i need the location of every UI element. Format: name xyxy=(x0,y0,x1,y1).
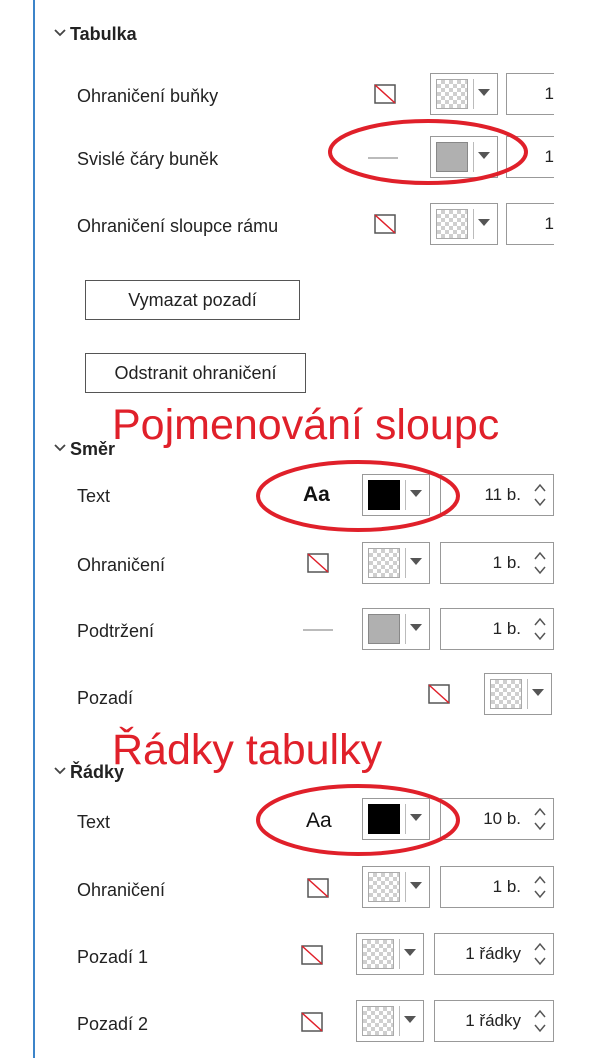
section-header-smer[interactable]: Směr xyxy=(70,440,115,458)
chevron-down-icon xyxy=(404,1016,416,1023)
checker-swatch-icon xyxy=(368,872,400,902)
row-label-background-1: Pozadí 1 xyxy=(77,947,149,967)
font-format-icon[interactable]: Aa xyxy=(306,810,332,831)
panel-left-edge xyxy=(33,0,35,1058)
no-fill-icon[interactable] xyxy=(374,84,396,104)
chevron-down-icon xyxy=(410,558,422,565)
row-label-border: Ohraničení xyxy=(77,555,166,575)
checker-swatch-icon xyxy=(436,209,468,239)
cell-border-color-dropdown[interactable] xyxy=(430,73,498,115)
rows-text-size-input[interactable]: 10 b. xyxy=(440,798,554,840)
spinner-arrows-icon[interactable] xyxy=(533,481,547,509)
row-label-cell-border: Ohraničení buňky xyxy=(77,86,219,106)
vertical-lines-width-input[interactable]: 1 xyxy=(506,136,554,178)
text-color-dropdown[interactable] xyxy=(362,474,430,516)
no-fill-icon[interactable] xyxy=(301,1012,323,1032)
border-color-dropdown[interactable] xyxy=(362,542,430,584)
chevron-down-icon xyxy=(478,89,490,96)
chevron-down-icon xyxy=(532,689,544,696)
underline-color-dropdown[interactable] xyxy=(362,608,430,650)
text-size-input[interactable]: 11 b. xyxy=(440,474,554,516)
spinner-arrows-icon[interactable] xyxy=(533,549,547,577)
remove-border-button[interactable]: Odstranit ohraničení xyxy=(85,353,306,393)
border-width-input[interactable]: 1 b. xyxy=(440,542,554,584)
chevron-down-icon xyxy=(410,490,422,497)
spinner-arrows-icon[interactable] xyxy=(533,940,547,968)
annotation-column-naming: Pojmenování sloupc xyxy=(112,401,500,449)
row-label-frame-column-border: Ohraničení sloupce rámu xyxy=(77,216,279,236)
rows-text-color-dropdown[interactable] xyxy=(362,798,430,840)
background-2-color-dropdown[interactable] xyxy=(356,1000,424,1042)
chevron-down-icon[interactable] xyxy=(54,443,66,453)
row-label-text: Text xyxy=(77,486,111,506)
checker-swatch-icon xyxy=(490,679,522,709)
row-label-underline: Podtržení xyxy=(77,621,155,641)
line-style-icon[interactable] xyxy=(303,629,333,631)
gray-swatch-icon xyxy=(436,142,468,172)
no-fill-icon[interactable] xyxy=(428,684,450,704)
spinner-arrows-icon[interactable] xyxy=(533,615,547,643)
frame-column-border-color-dropdown[interactable] xyxy=(430,203,498,245)
spinner-arrows-icon[interactable] xyxy=(533,873,547,901)
clear-background-button[interactable]: Vymazat pozadí xyxy=(85,280,300,320)
rows-border-width-input[interactable]: 1 b. xyxy=(440,866,554,908)
annotation-table-rows: Řádky tabulky xyxy=(112,726,383,774)
background-1-rows-input[interactable]: 1 řádky xyxy=(434,933,554,975)
checker-swatch-icon xyxy=(368,548,400,578)
checker-swatch-icon xyxy=(436,79,468,109)
chevron-down-icon xyxy=(478,152,490,159)
gray-swatch-icon xyxy=(368,614,400,644)
checker-swatch-icon xyxy=(362,939,394,969)
line-style-icon[interactable] xyxy=(368,157,398,159)
row-label-background: Pozadí xyxy=(77,688,134,708)
chevron-down-icon xyxy=(404,949,416,956)
cell-border-width-input[interactable]: 1 xyxy=(506,73,554,115)
section-header-tabulka[interactable]: Tabulka xyxy=(70,25,137,43)
spinner-arrows-icon[interactable] xyxy=(533,805,547,833)
row-label-vertical-lines: Svislé čáry buněk xyxy=(77,149,219,169)
no-fill-icon[interactable] xyxy=(307,553,329,573)
row-label-text: Text xyxy=(77,812,111,832)
rows-border-color-dropdown[interactable] xyxy=(362,866,430,908)
chevron-down-icon xyxy=(410,814,422,821)
chevron-down-icon[interactable] xyxy=(54,766,66,776)
background-1-color-dropdown[interactable] xyxy=(356,933,424,975)
checker-swatch-icon xyxy=(362,1006,394,1036)
underline-width-input[interactable]: 1 b. xyxy=(440,608,554,650)
background-2-rows-input[interactable]: 1 řádky xyxy=(434,1000,554,1042)
no-fill-icon[interactable] xyxy=(374,214,396,234)
black-swatch-icon xyxy=(368,804,400,834)
chevron-down-icon[interactable] xyxy=(54,28,66,38)
spinner-arrows-icon[interactable] xyxy=(533,1007,547,1035)
no-fill-icon[interactable] xyxy=(307,878,329,898)
background-color-dropdown[interactable] xyxy=(484,673,552,715)
frame-column-border-width-input[interactable]: 1 xyxy=(506,203,554,245)
black-swatch-icon xyxy=(368,480,400,510)
chevron-down-icon xyxy=(478,219,490,226)
row-label-border: Ohraničení xyxy=(77,880,166,900)
vertical-lines-color-dropdown[interactable] xyxy=(430,136,498,178)
font-format-icon[interactable]: Aa xyxy=(303,484,330,505)
row-label-background-2: Pozadí 2 xyxy=(77,1014,149,1034)
chevron-down-icon xyxy=(410,624,422,631)
no-fill-icon[interactable] xyxy=(301,945,323,965)
chevron-down-icon xyxy=(410,882,422,889)
